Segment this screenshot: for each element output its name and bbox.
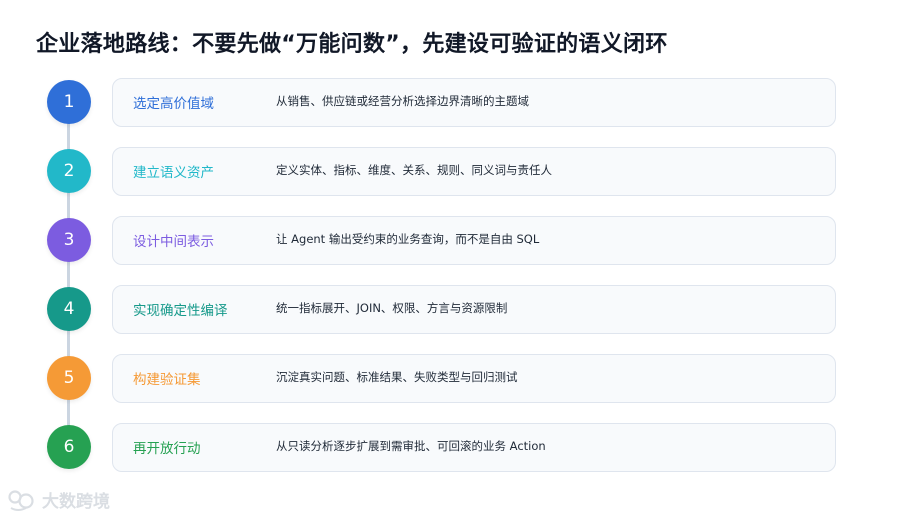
step-5-title: 构建验证集: [133, 372, 201, 388]
step-6-title: 再开放行动: [133, 441, 201, 457]
step-3-number-badge: 3: [47, 218, 91, 262]
step-5-number-badge: 5: [47, 356, 91, 400]
step-4-title: 实现确定性编译: [133, 303, 228, 319]
page-title: 企业落地路线：不要先做“万能问数”，先建设可验证的语义闭环: [36, 32, 668, 57]
watermark-text: 大数跨境: [42, 492, 110, 512]
step-6-description: 从只读分析逐步扩展到需审批、可回滚的业务 Action: [276, 439, 546, 453]
step-1-card: 选定高价值域 从销售、供应链或经营分析选择边界清晰的主题域: [112, 78, 836, 127]
step-1-title: 选定高价值域: [133, 96, 214, 112]
step-4-card: 实现确定性编译 统一指标展开、JOIN、权限、方言与资源限制: [112, 285, 836, 334]
step-2-description: 定义实体、指标、维度、关系、规则、同义词与责任人: [276, 163, 552, 177]
step-4-description: 统一指标展开、JOIN、权限、方言与资源限制: [276, 301, 508, 315]
step-2-title: 建立语义资产: [133, 165, 214, 181]
step-6-number-badge: 6: [47, 425, 91, 469]
step-4-number-badge: 4: [47, 287, 91, 331]
step-1-number-badge: 1: [47, 80, 91, 124]
step-5-description: 沉淀真实问题、标准结果、失败类型与回归测试: [276, 370, 518, 384]
step-6-card: 再开放行动 从只读分析逐步扩展到需审批、可回滚的业务 Action: [112, 423, 836, 472]
step-2-card: 建立语义资产 定义实体、指标、维度、关系、规则、同义词与责任人: [112, 147, 836, 196]
step-1-description: 从销售、供应链或经营分析选择边界清晰的主题域: [276, 94, 529, 108]
logo-icon: [8, 488, 38, 512]
watermark: 大数跨境: [8, 487, 110, 512]
step-2-number-badge: 2: [47, 149, 91, 193]
step-3-description: 让 Agent 输出受约束的业务查询，而不是自由 SQL: [276, 232, 540, 246]
step-3-card: 设计中间表示 让 Agent 输出受约束的业务查询，而不是自由 SQL: [112, 216, 836, 265]
step-5-card: 构建验证集 沉淀真实问题、标准结果、失败类型与回归测试: [112, 354, 836, 403]
step-3-title: 设计中间表示: [133, 234, 214, 250]
